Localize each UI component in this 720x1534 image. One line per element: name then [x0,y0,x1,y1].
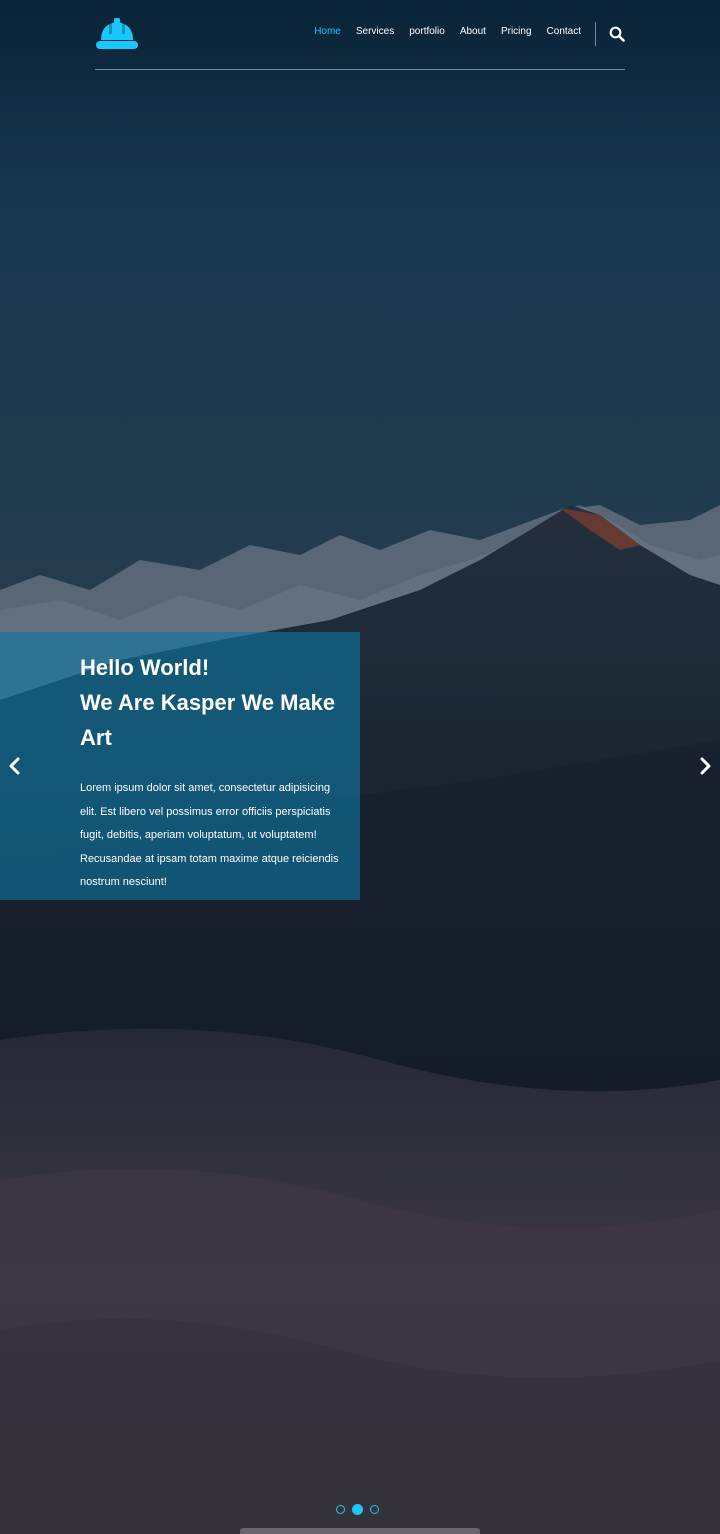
hard-hat-icon[interactable] [95,16,139,52]
navbar: Home Services portfolio About Pricing Co… [95,0,625,70]
slider-bullet-3[interactable] [370,1505,379,1514]
search-icon[interactable] [609,26,625,42]
nav-link-home[interactable]: Home [314,26,341,37]
nav-menu: Home Services portfolio About Pricing Co… [299,26,581,37]
slide-body: Lorem ipsum dolor sit amet, consectetur … [80,782,339,888]
hero-section: Home Services portfolio About Pricing Co… [0,0,720,1534]
chevron-right-icon[interactable] [694,754,716,778]
nav-link-services[interactable]: Services [356,26,394,37]
nav-divider [595,22,596,46]
scroll-indicator [240,1528,480,1534]
slider-bullet-2[interactable] [352,1504,363,1515]
slider-bullet-1[interactable] [336,1505,345,1514]
chevron-left-icon[interactable] [4,754,26,778]
slide-heading-line1: Hello World! [80,655,210,680]
nav-link-about[interactable]: About [460,26,486,37]
slide-heading-line2: We Are Kasper We Make Art [80,690,336,750]
slide-caption: Hello World! We Are Kasper We Make Art L… [0,632,360,900]
nav-link-portfolio[interactable]: portfolio [409,26,445,37]
slide-heading: Hello World! We Are Kasper We Make Art [80,650,344,755]
nav-link-pricing[interactable]: Pricing [501,26,532,37]
nav-link-contact[interactable]: Contact [547,26,581,37]
slider-bullets [336,1504,379,1515]
